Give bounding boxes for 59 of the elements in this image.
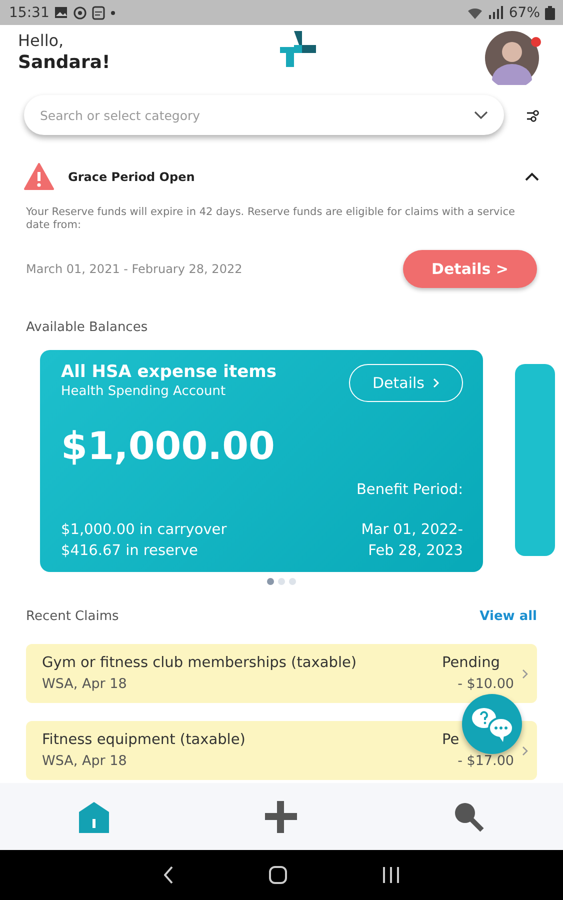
claim-amount: - $17.00 xyxy=(456,753,514,769)
calendar-icon xyxy=(92,6,106,20)
benefit-period-label: Benefit Period: xyxy=(356,481,463,500)
signal-icon xyxy=(488,6,504,19)
chevron-right-icon xyxy=(432,378,440,388)
chevron-right-icon xyxy=(522,668,529,678)
balance-amount: $1,000.00 xyxy=(61,424,276,468)
circle-icon xyxy=(73,6,88,20)
claim-status: Pending xyxy=(442,655,501,671)
home-button[interactable] xyxy=(268,866,286,884)
alert-message: Your Reserve funds will expire in 42 days. Reserve funds are eligible for claims with a service date from: xyxy=(25,205,516,232)
back-icon xyxy=(164,866,174,884)
section-heading: Recent Claims xyxy=(26,609,119,624)
image-icon xyxy=(54,6,68,19)
filter-icon[interactable] xyxy=(526,108,539,122)
home-icon xyxy=(78,800,110,832)
claim-card[interactable]: Gym or fitness club memberships (taxable) WSA, Apr 18 Pending - $10.00 xyxy=(26,644,537,703)
page-dot[interactable] xyxy=(267,578,274,585)
dot-icon xyxy=(110,10,116,16)
chevron-down-icon xyxy=(474,110,488,120)
card-subtitle: Health Spending Account xyxy=(61,384,227,399)
cross-icon xyxy=(265,800,298,832)
view-all-link[interactable]: View all xyxy=(480,609,537,624)
claim-card[interactable]: Fitness equipment (taxable) WSA, Apr 18 Pe - $17.00 xyxy=(26,721,537,780)
chevron-up-icon[interactable] xyxy=(525,172,539,182)
search-icon xyxy=(453,800,486,832)
search-placeholder: Search or select category xyxy=(40,108,200,122)
card-title: All HSA expense items xyxy=(61,362,276,382)
claim-amount: - $10.00 xyxy=(456,676,514,692)
details-button[interactable]: Details xyxy=(349,364,463,402)
details-button[interactable]: Details > xyxy=(403,250,537,288)
user-name: Sandara! xyxy=(18,52,110,73)
battery-icon xyxy=(545,6,555,20)
page-dot[interactable] xyxy=(278,578,285,585)
period-text: March 01, 2021 - February 28, 2022 xyxy=(26,262,242,276)
logo-cross-icon xyxy=(278,31,318,69)
period-end: Feb 28, 2023 xyxy=(367,542,463,561)
claim-meta: WSA, Apr 18 xyxy=(42,753,128,769)
clock-time: 15:31 xyxy=(9,4,50,20)
alert-title: Grace Period Open xyxy=(68,170,196,184)
reserve-text: $416.67 in reserve xyxy=(61,542,199,561)
wifi-icon xyxy=(466,6,483,20)
chevron-right-icon xyxy=(522,746,529,756)
claim-meta: WSA, Apr 18 xyxy=(42,676,128,692)
greeting-text: Hello, xyxy=(18,31,65,50)
back-button[interactable] xyxy=(164,866,174,884)
claim-status: Pe xyxy=(442,732,460,748)
warning-icon xyxy=(24,163,54,190)
home-outline-icon xyxy=(268,866,286,884)
claim-title: Gym or fitness club memberships (taxable) xyxy=(42,655,358,671)
claim-title: Fitness equipment (taxable) xyxy=(42,732,246,748)
section-heading: Available Balances xyxy=(25,320,149,335)
battery-percentage: 67% xyxy=(508,4,540,20)
search-field[interactable]: Search or select category xyxy=(24,95,504,135)
carryover-text: $1,000.00 in carryover xyxy=(61,521,227,540)
recent-apps-button[interactable] xyxy=(382,866,400,884)
recents-icon xyxy=(382,866,400,884)
period-start: Mar 01, 2022- xyxy=(360,521,463,540)
page-dot[interactable] xyxy=(289,578,296,585)
